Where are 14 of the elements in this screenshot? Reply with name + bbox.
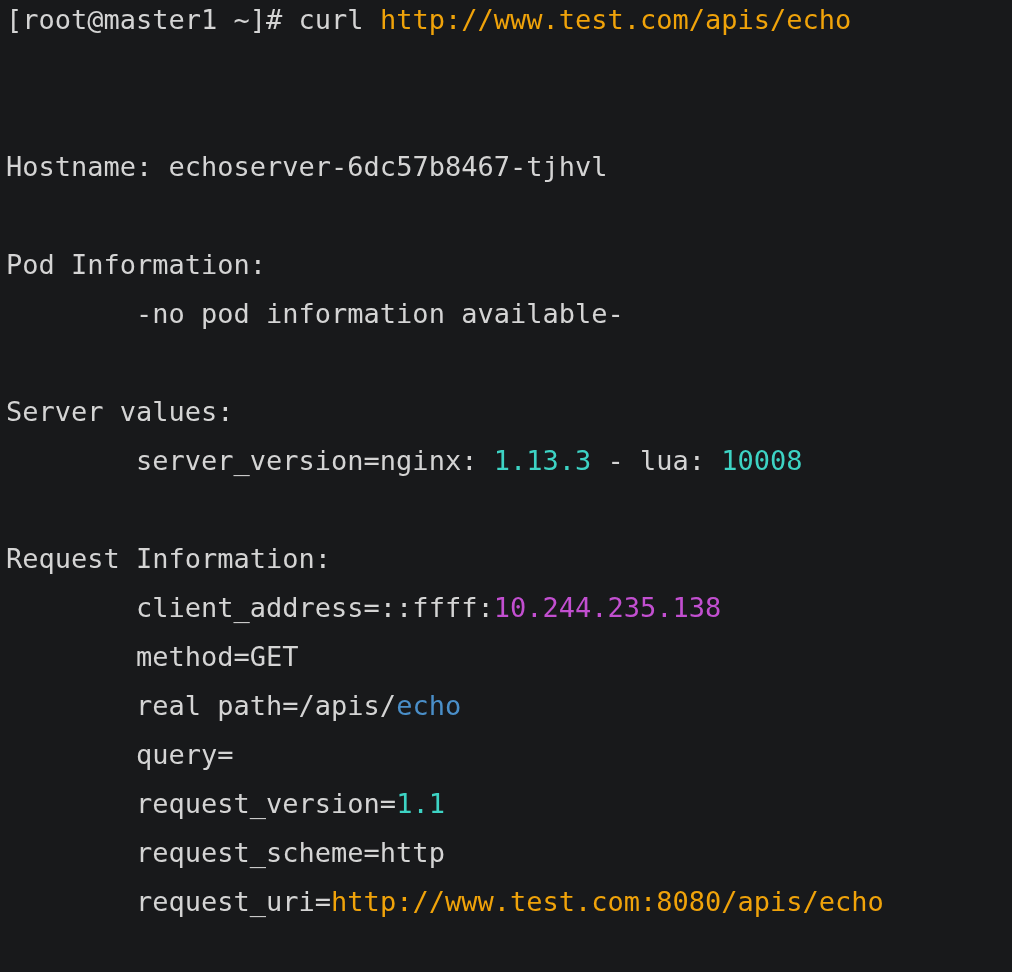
terminal-line: Request Information: bbox=[6, 543, 332, 574]
terminal-line: server_version=nginx: 1.13.3 - lua: 10008 bbox=[136, 445, 803, 476]
terminal-line: Pod Information: bbox=[6, 249, 267, 280]
terminal-line: request_version=1.1 bbox=[136, 788, 445, 819]
terminal-line: method=GET bbox=[136, 641, 299, 672]
terminal-line: client_address=::ffff:10.244.235.138 bbox=[136, 592, 722, 623]
terminal-line: request_scheme=http bbox=[136, 837, 445, 868]
terminal-line: request_uri=http://www.test.com:8080/apis/echo bbox=[136, 886, 884, 917]
terminal-line: query= bbox=[136, 739, 234, 770]
terminal-line: Server values: bbox=[6, 396, 234, 427]
terminal-line: [root@master1 ~]# curl http://www.test.com/apis/echo bbox=[6, 4, 852, 35]
terminal-line: Hostname: echoserver-6dc57b8467-tjhvl bbox=[6, 151, 608, 182]
terminal-line: -no pod information available- bbox=[136, 298, 624, 329]
terminal-line: real path=/apis/echo bbox=[136, 690, 462, 721]
